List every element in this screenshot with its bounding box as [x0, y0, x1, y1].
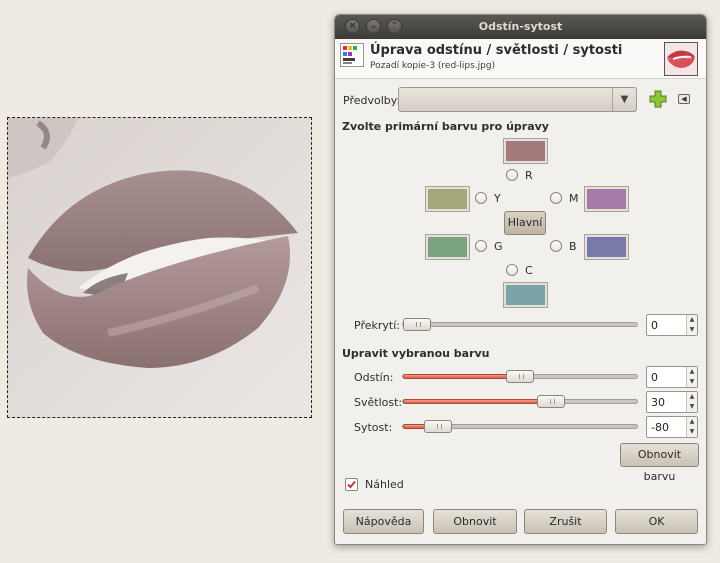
- radio-y[interactable]: [475, 192, 487, 204]
- help-button[interactable]: Nápověda: [343, 509, 424, 534]
- hue-saturation-dialog: × ⌄ ⌃ Odstín-sytost Úprava odstínu / svě…: [334, 14, 707, 545]
- preview-checkbox[interactable]: [345, 478, 358, 491]
- swatch-red: [503, 138, 548, 164]
- radio-g-label: G: [494, 240, 503, 253]
- dialog-header: Úprava odstínu / světlosti / sytosti Poz…: [335, 39, 706, 79]
- ok-button[interactable]: OK: [615, 509, 698, 534]
- lightness-label: Světlost:: [354, 396, 403, 409]
- lips-image: [8, 118, 311, 417]
- reset-button[interactable]: Obnovit: [433, 509, 517, 534]
- hue-saturation-tool-icon: [340, 43, 364, 67]
- spin-up-icon[interactable]: ▲: [687, 417, 697, 427]
- spin-down-icon[interactable]: ▼: [687, 427, 697, 437]
- adjust-section-title: Upravit vybranou barvu: [342, 347, 490, 360]
- overlap-spinbutton[interactable]: 0 ▲ ▼: [646, 314, 698, 336]
- checkmark-icon: [347, 480, 356, 489]
- overlap-slider[interactable]: [402, 318, 638, 331]
- overlap-label: Překrytí:: [354, 319, 400, 332]
- overlap-value: 0: [651, 319, 658, 332]
- image-canvas[interactable]: [7, 117, 312, 418]
- swatch-yellow: [425, 186, 470, 212]
- radio-m[interactable]: [550, 192, 562, 204]
- radio-c[interactable]: [506, 264, 518, 276]
- saturation-slider[interactable]: [402, 420, 638, 433]
- lightness-slider-handle[interactable]: [536, 395, 565, 408]
- lightness-spinbutton[interactable]: 30 ▲ ▼: [646, 391, 698, 413]
- spin-down-icon[interactable]: ▼: [687, 402, 697, 412]
- radio-b-label: B: [569, 240, 577, 253]
- lightness-slider[interactable]: [402, 395, 638, 408]
- presets-combo[interactable]: ▼: [398, 87, 637, 112]
- add-preset-icon[interactable]: [648, 89, 668, 109]
- window-title: Odstín-sytost: [478, 20, 563, 33]
- spin-up-icon[interactable]: ▲: [687, 367, 697, 377]
- overlap-slider-handle[interactable]: [403, 318, 431, 331]
- spin-up-icon[interactable]: ▲: [687, 315, 697, 325]
- radio-y-label: Y: [494, 192, 501, 205]
- radio-r[interactable]: [506, 169, 518, 181]
- chevron-down-icon[interactable]: ▼: [612, 88, 636, 111]
- primary-color-section-title: Zvolte primární barvu pro úpravy: [342, 120, 549, 133]
- cancel-button[interactable]: Zrušit: [524, 509, 607, 534]
- radio-m-label: M: [569, 192, 579, 205]
- hue-label: Odstín:: [354, 371, 394, 384]
- swatch-magenta: [584, 186, 629, 212]
- radio-g[interactable]: [475, 240, 487, 252]
- saturation-spinbutton[interactable]: -80 ▲ ▼: [646, 416, 698, 438]
- hue-spinbutton[interactable]: 0 ▲ ▼: [646, 366, 698, 388]
- radio-r-label: R: [525, 169, 533, 182]
- preview-label: Náhled: [365, 478, 404, 491]
- reset-color-button[interactable]: Obnovit barvu: [620, 443, 699, 483]
- saturation-value: -80: [651, 421, 669, 434]
- spin-up-icon[interactable]: ▲: [687, 392, 697, 402]
- hue-slider[interactable]: [402, 370, 638, 383]
- header-title: Úprava odstínu / světlosti / sytosti: [370, 43, 623, 58]
- hue-slider-handle[interactable]: [506, 370, 534, 383]
- saturation-label: Sytost:: [354, 421, 393, 434]
- swatch-cyan: [503, 282, 548, 308]
- swatch-green: [425, 234, 470, 260]
- radio-b[interactable]: [550, 240, 562, 252]
- image-thumbnail: [664, 42, 698, 76]
- radio-c-label: C: [525, 264, 533, 277]
- spin-down-icon[interactable]: ▼: [687, 377, 697, 387]
- master-button[interactable]: Hlavní: [504, 211, 546, 235]
- lightness-value: 30: [651, 396, 665, 409]
- swatch-blue: [584, 234, 629, 260]
- presets-menu-icon[interactable]: ◀: [678, 94, 690, 104]
- hue-value: 0: [651, 371, 658, 384]
- saturation-slider-handle[interactable]: [423, 420, 452, 433]
- titlebar: × ⌄ ⌃ Odstín-sytost: [335, 15, 706, 39]
- spin-down-icon[interactable]: ▼: [687, 325, 697, 335]
- header-subtitle: Pozadí kopie-3 (red-lips.jpg): [370, 61, 496, 71]
- presets-label: Předvolby:: [343, 94, 401, 107]
